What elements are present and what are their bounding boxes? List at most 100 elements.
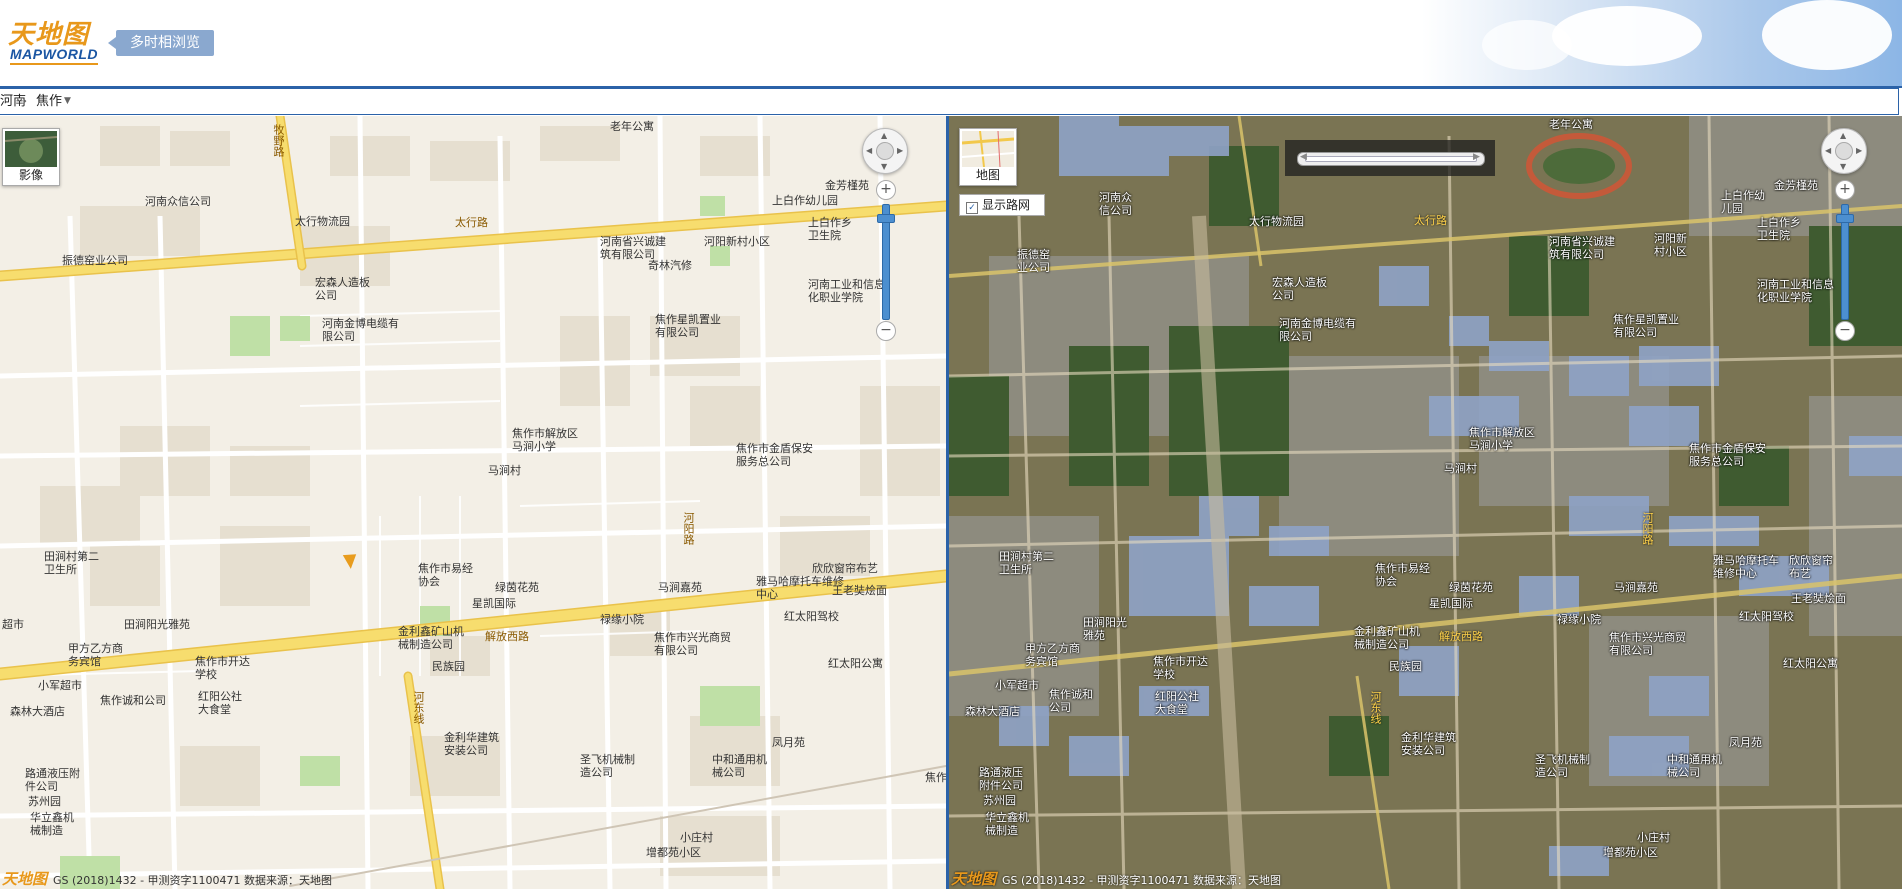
poi-label[interactable]: 太行物流园: [1249, 215, 1304, 228]
poi-label[interactable]: 星凯国际: [472, 597, 516, 610]
poi-label[interactable]: 路通液压附件公司: [979, 766, 1029, 792]
poi-label[interactable]: 凤月苑: [772, 736, 805, 749]
poi-label[interactable]: 田涧阳光雅苑: [124, 618, 190, 631]
logo-text-en[interactable]: MAPWORLD: [10, 46, 98, 65]
poi-label[interactable]: 华立鑫机械制造: [30, 811, 82, 837]
poi-label[interactable]: 红太阳驾校: [784, 610, 839, 623]
poi-label[interactable]: 凤月苑: [1729, 736, 1762, 749]
right-map-pane[interactable]: 老年公寓 河南众信公司 太行物流园 振德窑业公司 宏森人造板公司 河南金博电缆有…: [949, 116, 1902, 889]
poi-label[interactable]: 小军超市: [995, 679, 1039, 692]
poi-label[interactable]: 焦作: [925, 771, 946, 784]
zoom-out-button[interactable]: −: [1835, 321, 1855, 341]
pan-down-icon[interactable]: ▼: [1840, 162, 1846, 171]
poi-label[interactable]: 老年公寓: [1549, 118, 1593, 131]
pan-down-icon[interactable]: ▼: [881, 162, 887, 171]
poi-label[interactable]: 振德窑业公司: [62, 254, 128, 267]
poi-label[interactable]: 红阳公社大食堂: [198, 690, 244, 716]
poi-label[interactable]: 金芳槿苑: [825, 179, 869, 192]
poi-label[interactable]: 焦作市金盾保安服务总公司: [736, 442, 820, 468]
poi-label[interactable]: 禄缘小院: [600, 613, 644, 626]
pan-left-icon[interactable]: ◀: [1825, 146, 1831, 155]
poi-label[interactable]: 王老奘烩面: [832, 584, 887, 597]
poi-label[interactable]: 民族园: [432, 660, 465, 673]
poi-label[interactable]: 焦作星凯置业有限公司: [1613, 313, 1685, 339]
poi-label[interactable]: 森林大酒店: [965, 705, 1020, 718]
poi-label[interactable]: 上白作乡卫生院: [808, 216, 860, 242]
poi-label[interactable]: 河阳新村小区: [704, 235, 770, 248]
poi-label[interactable]: 焦作市解放区马涧小学: [1469, 426, 1541, 452]
time-slider[interactable]: ◀ ▶: [1285, 140, 1495, 176]
poi-label[interactable]: 田涧阳光雅苑: [1083, 616, 1133, 642]
poi-label[interactable]: 焦作市兴光商贸有限公司: [1609, 631, 1689, 657]
poi-label[interactable]: 马涧村: [1444, 462, 1477, 475]
pan-control[interactable]: ▲ ▼ ◀ ▶: [862, 128, 908, 174]
poi-label[interactable]: 中和通用机械公司: [712, 753, 774, 779]
pan-right-icon[interactable]: ▶: [897, 146, 903, 155]
poi-label[interactable]: 森林大酒店: [10, 705, 65, 718]
slider-left-arrow-icon[interactable]: ◀: [1300, 152, 1307, 162]
poi-label[interactable]: 欣欣窗帘布艺: [812, 562, 878, 575]
poi-label[interactable]: 河南众信公司: [1099, 191, 1139, 217]
zoom-slider-handle[interactable]: [877, 214, 895, 223]
poi-label[interactable]: 焦作诚和公司: [100, 694, 166, 707]
poi-label[interactable]: 金利华建筑安装公司: [444, 731, 506, 757]
poi-label[interactable]: 雅马哈摩托车维修中心: [1713, 554, 1783, 580]
poi-label[interactable]: 民族园: [1389, 660, 1422, 673]
poi-label[interactable]: 河南工业和信息化职业学院: [808, 278, 890, 304]
poi-label[interactable]: 绿茵花苑: [495, 581, 539, 594]
vector-map-canvas[interactable]: [0, 116, 946, 889]
poi-label[interactable]: 上白作乡卫生院: [1757, 216, 1809, 242]
poi-label[interactable]: 红阳公社大食堂: [1155, 690, 1201, 716]
poi-label[interactable]: 焦作市金盾保安服务总公司: [1689, 442, 1773, 468]
poi-label[interactable]: 老年公寓: [610, 120, 654, 133]
poi-label[interactable]: 欣欣窗帘布艺: [1789, 554, 1839, 580]
zoom-in-button[interactable]: +: [1835, 180, 1855, 200]
poi-label[interactable]: 圣飞机械制造公司: [1535, 753, 1597, 779]
poi-label[interactable]: 上白作幼儿园: [772, 194, 838, 207]
poi-label[interactable]: 增都苑小区: [646, 846, 701, 859]
poi-label[interactable]: 振德窑业公司: [1017, 248, 1057, 274]
poi-label[interactable]: 河南省兴诚建筑有限公司: [1549, 235, 1621, 261]
slider-right-arrow-icon[interactable]: ▶: [1473, 152, 1480, 162]
chevron-down-icon[interactable]: ▼: [64, 89, 71, 114]
poi-label[interactable]: 焦作星凯置业有限公司: [655, 313, 727, 339]
poi-label[interactable]: 焦作诚和公司: [1049, 688, 1097, 714]
poi-label[interactable]: 金利鑫矿山机械制造公司: [1354, 625, 1426, 651]
layer-switch-satellite[interactable]: 影像: [2, 128, 60, 186]
poi-label[interactable]: 马涧嘉苑: [658, 581, 702, 594]
poi-label[interactable]: 太行物流园: [295, 215, 350, 228]
poi-label[interactable]: 焦作市易经协会: [418, 562, 478, 588]
poi-label[interactable]: 小庄村: [680, 831, 713, 844]
pan-up-icon[interactable]: ▲: [1840, 131, 1846, 140]
poi-label[interactable]: 星凯国际: [1429, 597, 1473, 610]
zoom-in-button[interactable]: +: [876, 180, 896, 200]
checkbox-checked-icon[interactable]: ✓: [966, 202, 978, 214]
poi-label[interactable]: 甲方乙方商务宾馆: [1025, 642, 1085, 668]
poi-label[interactable]: 超市: [2, 618, 24, 631]
poi-label[interactable]: 焦作市兴光商贸有限公司: [654, 631, 734, 657]
poi-label[interactable]: 焦作市开达学校: [1153, 655, 1213, 681]
poi-label[interactable]: 河南金博电缆有限公司: [322, 317, 402, 343]
poi-label[interactable]: 绿茵花苑: [1449, 581, 1493, 594]
poi-label[interactable]: 河南众信公司: [145, 195, 211, 208]
pan-left-icon[interactable]: ◀: [866, 146, 872, 155]
poi-label[interactable]: 金芳槿苑: [1774, 179, 1818, 192]
poi-label[interactable]: 红太阳驾校: [1739, 610, 1794, 623]
poi-label[interactable]: 增都苑小区: [1603, 846, 1658, 859]
poi-label[interactable]: 苏州园: [983, 794, 1016, 807]
layer-switch-map[interactable]: 地图: [959, 128, 1017, 186]
poi-label[interactable]: 金利华建筑安装公司: [1401, 731, 1463, 757]
poi-label[interactable]: 路通液压附件公司: [25, 767, 87, 793]
poi-label[interactable]: 禄缘小院: [1557, 613, 1601, 626]
poi-label[interactable]: 红太阳公寓: [1783, 657, 1838, 670]
poi-label[interactable]: 田涧村第二卫生所: [44, 550, 106, 576]
poi-label[interactable]: 马涧村: [488, 464, 521, 477]
poi-label[interactable]: 焦作市易经协会: [1375, 562, 1435, 588]
poi-label[interactable]: 红太阳公寓: [828, 657, 883, 670]
time-slider-range[interactable]: [1305, 156, 1477, 162]
poi-label[interactable]: 焦作市解放区马涧小学: [512, 427, 584, 453]
poi-label[interactable]: 河南工业和信息化职业学院: [1757, 278, 1839, 304]
poi-label[interactable]: 甲方乙方商务宾馆: [68, 642, 128, 668]
poi-label[interactable]: 上白作幼儿园: [1721, 189, 1767, 215]
pan-right-icon[interactable]: ▶: [1856, 146, 1862, 155]
